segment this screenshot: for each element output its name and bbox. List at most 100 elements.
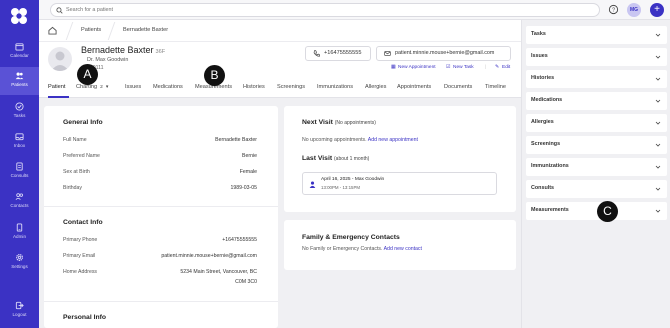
patient-avatar [48, 47, 72, 71]
add-button[interactable]: + [650, 3, 664, 17]
accordion-title: Tasks [531, 31, 546, 37]
accordion-medications[interactable]: Medications [526, 92, 667, 110]
visits-card: Next Visit (No appointments) No upcoming… [284, 106, 516, 212]
last-visit-heading: Last Visit [302, 155, 333, 162]
sidebar-item-label: Consults [10, 173, 29, 178]
family-title: Family & Emergency Contacts [302, 234, 400, 241]
right-panel: Tasks Issues Histories Medications Aller… [521, 20, 670, 328]
accordion-consults[interactable]: Consults [526, 180, 667, 198]
accordion-immunizations[interactable]: Immunizations [526, 158, 667, 176]
home-address-label: Home Address [63, 269, 98, 275]
accordion-title: Immunizations [531, 163, 569, 169]
primary-email-value: patient.minnie.mouse+bernie@gmail.com [161, 253, 257, 259]
person-icon [51, 51, 69, 71]
tab-patient[interactable]: Patient [48, 84, 65, 90]
action-divider: | [485, 65, 487, 70]
chevron-down-icon [655, 209, 661, 213]
sidebar-item-label: Inbox [13, 143, 26, 148]
tab-timeline[interactable]: Timeline [485, 84, 506, 90]
charting-count-badge: 2 [100, 85, 103, 90]
phone-icon [313, 50, 320, 57]
section-divider [44, 206, 278, 207]
add-contact-link[interactable]: Add new contact [384, 246, 422, 252]
svg-text:?: ? [612, 8, 615, 14]
sidebar-item-patients[interactable]: Patients [0, 67, 39, 95]
primary-email-label: Primary Email [63, 253, 96, 259]
patients-icon [15, 72, 24, 80]
next-visit-heading: Next Visit [302, 119, 333, 126]
sidebar-item-calendar[interactable]: Calendar [0, 38, 39, 66]
tab-appointments[interactable]: Appointments [397, 84, 431, 90]
user-avatar[interactable]: MG [627, 3, 641, 17]
help-icon[interactable]: ? [608, 4, 619, 15]
accordion-histories[interactable]: Histories [526, 70, 667, 88]
preferred-name-label: Preferred Name [63, 153, 100, 159]
birthday-label: Birthday [63, 185, 83, 191]
tab-allergies[interactable]: Allergies [365, 84, 386, 90]
add-appointment-link[interactable]: Add new appointment [368, 137, 418, 143]
sex-at-birth-value: Female [239, 169, 257, 175]
last-visit-subtitle: (about 1 month) [334, 156, 370, 162]
tab-medications[interactable]: Medications [153, 84, 183, 90]
accordion-screenings[interactable]: Screenings [526, 136, 667, 154]
sidebar-item-contacts[interactable]: Contacts [0, 188, 39, 216]
sidebar-item-settings[interactable]: Settings [0, 249, 39, 277]
chevron-down-icon [655, 165, 661, 169]
contact-info-title: Contact Info [63, 219, 103, 226]
breadcrumb-patients[interactable]: Patients [81, 27, 101, 33]
sidebar-item-consults[interactable]: Consults [0, 158, 39, 186]
email-button[interactable]: patient.minnie.mouse+bernie@gmail.com [376, 46, 511, 61]
tab-histories[interactable]: Histories [243, 84, 265, 90]
marker-b: B [204, 65, 225, 86]
tab-charting[interactable]: Charting 2 ▾ [76, 84, 108, 90]
email-address: patient.minnie.mouse+bernie@gmail.com [395, 50, 495, 56]
contacts-icon [15, 193, 23, 200]
primary-phone-value: +16475555555 [222, 237, 257, 243]
chevron-down-icon [655, 77, 661, 81]
patient-age-sex: 36F [155, 49, 166, 55]
tab-documents[interactable]: Documents [444, 84, 472, 90]
full-name-value: Bernadette Baxter [215, 137, 257, 143]
home-address-value: 5234 Main Street, Vancouver, BC [180, 269, 257, 275]
sidebar-item-tasks[interactable]: Tasks [0, 98, 39, 126]
edit-icon: ✎ [495, 65, 500, 70]
breadcrumb-current: Bernadette Baxter [123, 27, 169, 33]
accordion-allergies[interactable]: Allergies [526, 114, 667, 132]
accordion-title: Medications [531, 97, 563, 103]
logout-button[interactable]: Logout [0, 297, 39, 325]
task-icon: ☑ [446, 65, 451, 70]
tasks-icon [15, 102, 24, 111]
last-visit-time: 13:00PM - 13:15PM [321, 185, 361, 190]
sidebar-item-inbox[interactable]: Inbox [0, 128, 39, 156]
sidebar: Calendar Patients Tasks Inbox Consults C… [0, 0, 39, 328]
edit-link[interactable]: Edit [502, 65, 510, 70]
last-visit-date: April 16, 2025 - Max Goodwin [321, 177, 385, 182]
tab-screenings[interactable]: Screenings [277, 84, 305, 90]
gear-icon [15, 253, 24, 262]
tab-immunizations[interactable]: Immunizations [317, 84, 353, 90]
chevron-down-icon [655, 187, 661, 191]
new-task-link[interactable]: New Task [453, 65, 474, 70]
search-input[interactable] [66, 5, 586, 15]
patient-info-card: General Info Full Name Bernadette Baxter… [44, 106, 278, 328]
accordion-tasks[interactable]: Tasks [526, 26, 667, 44]
patient-search[interactable] [50, 3, 600, 17]
accordion-title: Measurements [531, 207, 569, 213]
family-empty: No Family or Emergency Contacts. Add new… [302, 246, 422, 252]
phone-button[interactable]: +16475555555 [305, 46, 371, 61]
email-icon [384, 51, 391, 56]
sidebar-item-admin[interactable]: Admin [0, 219, 39, 247]
sidebar-item-label: Admin [12, 234, 27, 239]
tab-issues[interactable]: Issues [125, 84, 141, 90]
phone-number: +16475555555 [324, 50, 362, 56]
birthday-value: 1989-03-05 [230, 185, 257, 191]
next-visit-title: Next Visit (No appointments) [302, 119, 376, 126]
breadcrumb-separator [107, 22, 116, 40]
personal-info-title: Personal Info [63, 314, 107, 321]
new-appointment-link[interactable]: New Appointment [398, 65, 436, 70]
chevron-down-icon: ▾ [105, 85, 109, 90]
sidebar-item-label: Settings [11, 264, 28, 269]
home-icon[interactable] [48, 26, 57, 35]
last-visit-entry[interactable]: April 16, 2025 - Max Goodwin 13:00PM - 1… [302, 172, 497, 195]
accordion-issues[interactable]: Issues [526, 48, 667, 66]
